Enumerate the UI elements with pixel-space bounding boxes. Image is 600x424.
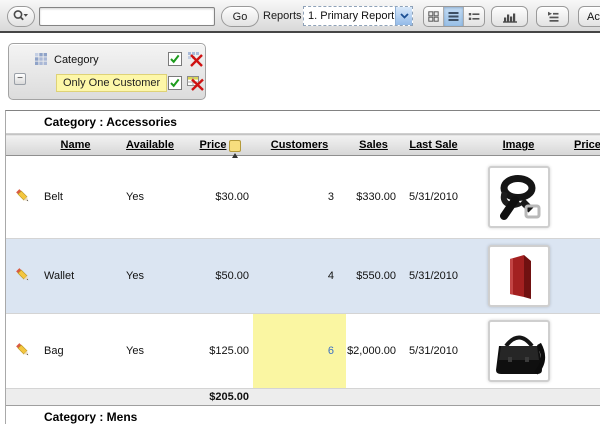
cell-name: Wallet bbox=[39, 238, 112, 314]
edit-row-icon[interactable] bbox=[15, 188, 31, 204]
column-header-price2: Price bbox=[571, 134, 600, 156]
interactive-report: Category : Accessories Name Available Pr… bbox=[5, 110, 600, 424]
price-sum: $205.00 bbox=[188, 388, 253, 406]
table-row: Wallet Yes $50.00 4 $550.00 5/31/2010 bbox=[6, 238, 600, 314]
cell-sales: $2,000.00 bbox=[346, 313, 401, 389]
column-header-customers: Customers bbox=[253, 134, 346, 156]
view-mode-group bbox=[423, 6, 485, 27]
wallet-image bbox=[487, 245, 550, 307]
chart-view-button[interactable] bbox=[491, 6, 528, 27]
icon-view-button[interactable] bbox=[424, 7, 444, 26]
cell-available: Yes bbox=[112, 313, 188, 389]
bar-chart-icon bbox=[502, 13, 517, 23]
report-view-button[interactable] bbox=[444, 7, 464, 26]
column-header-name: Name bbox=[39, 134, 112, 156]
cell-image bbox=[466, 238, 571, 314]
table-row: Bag Yes $125.00 6 $2,000.00 5/31/2010 bbox=[6, 313, 600, 389]
icon-view-icon bbox=[428, 11, 439, 22]
sort-link-available[interactable]: Available bbox=[126, 139, 174, 151]
column-header-row: Name Available Price Customers Sales Las… bbox=[6, 134, 600, 158]
chevron-down-icon bbox=[23, 14, 28, 17]
cell-available: Yes bbox=[112, 238, 188, 314]
column-header-image: Image bbox=[466, 134, 571, 156]
cell-price2 bbox=[571, 155, 600, 239]
search-icon bbox=[13, 10, 28, 21]
remove-highlight-icon[interactable] bbox=[187, 75, 204, 91]
cell-sales: $550.00 bbox=[346, 238, 401, 314]
report-settings-panel: − Category Only One Customer bbox=[8, 43, 206, 100]
report-table: Name Available Price Customers Sales Las… bbox=[6, 134, 600, 406]
sort-asc-icon[interactable] bbox=[229, 139, 242, 158]
column-header-available: Available bbox=[112, 134, 188, 156]
remove-group-by-icon[interactable] bbox=[187, 51, 204, 67]
bag-image bbox=[487, 320, 550, 382]
detail-view-icon bbox=[468, 13, 480, 20]
sort-link-price2[interactable]: Price bbox=[574, 139, 600, 151]
chevron-down-icon bbox=[399, 13, 409, 19]
cell-customers: 3 bbox=[253, 155, 346, 239]
report-select-value: 1. Primary Report bbox=[308, 10, 395, 22]
group-by-filter-label: Category bbox=[54, 54, 99, 66]
sum-row: $205.00 bbox=[6, 388, 600, 406]
cell-price: $50.00 bbox=[188, 238, 253, 314]
column-header-last-sale: Last Sale bbox=[401, 134, 466, 156]
edit-row-icon[interactable] bbox=[15, 342, 31, 358]
actions-button[interactable]: Actions bbox=[578, 6, 600, 27]
cell-last-sale: 5/31/2010 bbox=[401, 313, 466, 389]
next-group-header: Category : Mens bbox=[6, 406, 600, 424]
cell-last-sale: 5/31/2010 bbox=[401, 155, 466, 239]
sort-link-last-sale[interactable]: Last Sale bbox=[409, 139, 457, 151]
cell-customers-highlighted: 6 bbox=[253, 313, 346, 389]
report-view-icon bbox=[448, 12, 459, 21]
group-header: Category : Accessories bbox=[6, 111, 600, 134]
toolbar: Go Reports 1. Primary Report Ac bbox=[0, 0, 600, 33]
go-button[interactable]: Go bbox=[221, 6, 259, 27]
sort-link-sales[interactable]: Sales bbox=[359, 139, 388, 151]
collapse-panel-button[interactable]: − bbox=[14, 73, 26, 85]
cell-price2 bbox=[571, 313, 600, 389]
search-options-button[interactable] bbox=[7, 6, 35, 27]
edit-row-icon[interactable] bbox=[15, 267, 31, 283]
edit-column-header bbox=[6, 134, 39, 156]
group-by-icon bbox=[547, 11, 558, 22]
sort-link-customers[interactable]: Customers bbox=[271, 139, 328, 151]
sort-link-image[interactable]: Image bbox=[503, 139, 535, 151]
search-input[interactable] bbox=[39, 7, 215, 26]
cell-last-sale: 5/31/2010 bbox=[401, 238, 466, 314]
cell-image bbox=[466, 313, 571, 389]
table-row: Belt Yes $30.00 3 $330.00 5/31/2010 bbox=[6, 155, 600, 239]
customers-value-link[interactable]: 6 bbox=[328, 345, 334, 357]
detail-view-button[interactable] bbox=[464, 7, 484, 26]
cell-name: Belt bbox=[39, 155, 112, 239]
cell-customers: 4 bbox=[253, 238, 346, 314]
group-by-enabled-checkbox[interactable] bbox=[168, 52, 182, 66]
report-select[interactable]: 1. Primary Report bbox=[303, 6, 413, 26]
cell-sales: $330.00 bbox=[346, 155, 401, 239]
reports-label: Reports bbox=[263, 10, 302, 22]
group-by-view-button[interactable] bbox=[536, 6, 569, 27]
belt-image bbox=[487, 166, 550, 228]
column-header-price: Price bbox=[188, 134, 253, 158]
cell-price2 bbox=[571, 238, 600, 314]
cell-available: Yes bbox=[112, 155, 188, 239]
highlight-enabled-checkbox[interactable] bbox=[168, 76, 182, 90]
cell-price: $125.00 bbox=[188, 313, 253, 389]
group-by-grid-icon bbox=[35, 53, 47, 65]
sort-link-name[interactable]: Name bbox=[61, 139, 91, 151]
cell-name: Bag bbox=[39, 313, 112, 389]
highlight-filter-chip[interactable]: Only One Customer bbox=[56, 74, 168, 92]
cell-image bbox=[466, 155, 571, 239]
column-header-sales: Sales bbox=[346, 134, 401, 156]
cell-price: $30.00 bbox=[188, 155, 253, 239]
sort-link-price[interactable]: Price bbox=[200, 139, 227, 151]
select-arrow[interactable] bbox=[395, 7, 412, 25]
